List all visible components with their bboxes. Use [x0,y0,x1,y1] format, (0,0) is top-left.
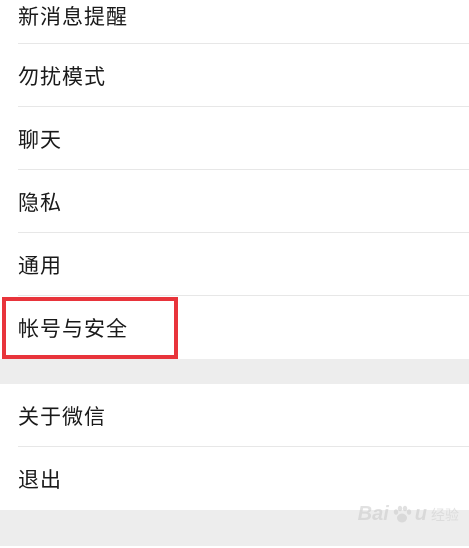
settings-item-label: 新消息提醒 [18,5,128,29]
settings-item-label: 帐号与安全 [18,316,128,341]
watermark-sub: 经验 [431,506,459,523]
settings-item-label: 隐私 [18,190,62,215]
section-gap [0,359,469,384]
settings-item-new-message-notification[interactable]: 新消息提醒 [0,0,469,44]
settings-item-label: 退出 [18,467,62,492]
settings-item-about-wechat[interactable]: 关于微信 [0,384,469,447]
settings-item-do-not-disturb[interactable]: 勿扰模式 [0,44,469,107]
settings-screen: 新消息提醒 勿扰模式 聊天 隐私 通用 帐号与安全 关于微信 退出 Bai u … [0,0,469,548]
baidu-watermark: Bai u 经验 [358,503,459,526]
settings-item-label: 关于微信 [18,404,106,429]
settings-item-label: 聊天 [18,127,62,152]
settings-item-chat[interactable]: 聊天 [0,107,469,170]
settings-item-privacy[interactable]: 隐私 [0,170,469,233]
settings-item-general[interactable]: 通用 [0,233,469,296]
watermark-brand-left: Bai [357,503,389,525]
paw-icon [391,504,413,526]
settings-item-account-security[interactable]: 帐号与安全 [0,296,469,359]
settings-item-label: 勿扰模式 [18,64,106,89]
settings-section-secondary: 关于微信 退出 [0,384,469,510]
watermark-brand-right: u [414,503,427,525]
settings-section-main: 新消息提醒 勿扰模式 聊天 隐私 通用 帐号与安全 [0,0,469,359]
settings-item-logout[interactable]: 退出 [0,447,469,510]
settings-item-label: 通用 [18,253,62,278]
